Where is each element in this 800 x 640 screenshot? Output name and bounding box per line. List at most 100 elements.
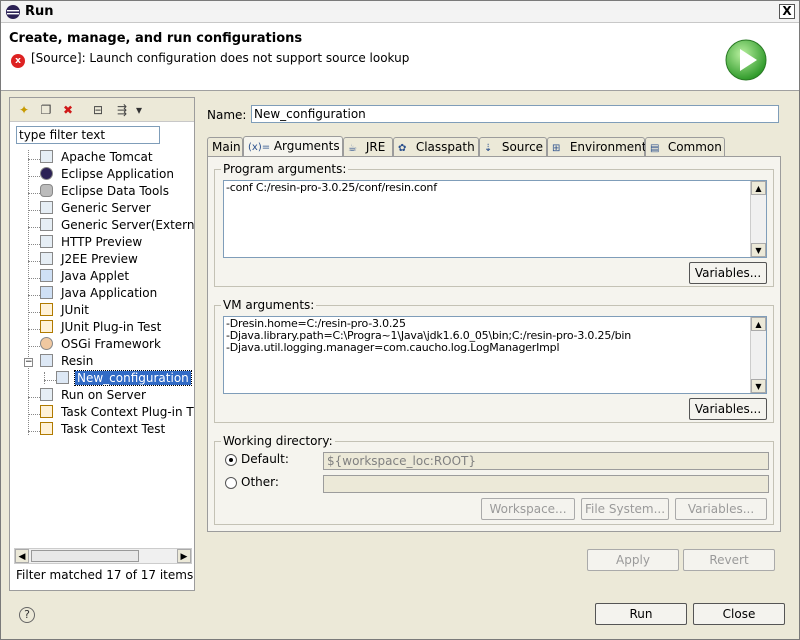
tree-item-label: Generic Server [61, 201, 151, 215]
new-config-icon[interactable]: ✦ [16, 102, 32, 118]
workspace-button[interactable]: Workspace... [481, 498, 575, 520]
tab-source[interactable]: ⇣ Source [479, 137, 547, 157]
other-dir-radio[interactable] [225, 477, 237, 489]
environment-tab-icon: ⊞ [552, 143, 561, 154]
tree-horizontal-scrollbar[interactable]: ◀ ▶ [14, 548, 192, 564]
junit-plugin-icon [40, 320, 53, 333]
program-variables-button[interactable]: Variables... [689, 262, 767, 284]
tree-item-task-context-test[interactable]: Task Context Test [40, 422, 167, 439]
server-icon [40, 201, 53, 214]
eclipse-icon [6, 5, 20, 19]
tree-item-run-on-server[interactable]: Run on Server [40, 388, 148, 405]
server-icon [40, 252, 53, 265]
tree-item-generic-server[interactable]: Generic Server [40, 201, 153, 218]
tree-item-j2ee-preview[interactable]: J2EE Preview [40, 252, 140, 269]
tree-item-junit-plugin-test[interactable]: JUnit Plug-in Test [40, 320, 163, 337]
view-menu-icon[interactable]: ▾ [134, 102, 144, 118]
default-dir-radio[interactable] [225, 454, 237, 466]
config-tabs: Main (x)= Arguments ☕ JRE ✿ Classpath ⇣ … [207, 136, 781, 158]
scroll-down-arrow-icon[interactable]: ▼ [751, 379, 766, 393]
server-icon [40, 235, 53, 248]
name-label: Name: [207, 108, 247, 122]
working-dir-variables-button[interactable]: Variables... [675, 498, 767, 520]
tab-main[interactable]: Main [207, 137, 243, 157]
tree-item-resin[interactable]: Resin [40, 354, 95, 371]
database-icon [40, 184, 53, 197]
vm-arguments-textarea[interactable]: -Dresin.home=C:/resin-pro-3.0.25 -Djava.… [223, 316, 767, 394]
tree-item-java-application[interactable]: Java Application [40, 286, 159, 303]
tree-item-label: Eclipse Application [61, 167, 174, 181]
scroll-right-arrow-icon[interactable]: ▶ [177, 549, 191, 563]
tree-item-label: Java Application [61, 286, 158, 300]
scroll-up-arrow-icon[interactable]: ▲ [751, 181, 766, 195]
vm-arguments-group: VM arguments: -Dresin.home=C:/resin-pro-… [214, 298, 774, 423]
tree-item-generic-server-external[interactable]: Generic Server(Externa [40, 218, 194, 235]
vm-variables-button[interactable]: Variables... [689, 398, 767, 420]
tab-environment[interactable]: ⊞ Environment [547, 137, 646, 157]
scroll-up-arrow-icon[interactable]: ▲ [751, 317, 766, 331]
other-dir-label: Other: [241, 475, 279, 489]
configuration-tree: − Apache Tomcat Eclipse Application Ecli… [10, 150, 194, 548]
eclipse-icon [40, 167, 53, 180]
tree-item-java-applet[interactable]: Java Applet [40, 269, 131, 286]
tab-label: Source [501, 140, 544, 154]
tab-label: Main [212, 140, 241, 154]
classpath-tab-icon: ✿ [398, 143, 407, 154]
scroll-thumb[interactable] [31, 550, 139, 562]
scroll-down-arrow-icon[interactable]: ▼ [751, 243, 766, 257]
tree-item-osgi-framework[interactable]: OSGi Framework [40, 337, 163, 354]
tree-item-eclipse-application[interactable]: Eclipse Application [40, 167, 176, 184]
resin-collapse-toggle[interactable]: − [24, 358, 33, 367]
duplicate-config-icon[interactable]: ❐ [38, 102, 54, 118]
server-icon [40, 218, 53, 231]
tree-item-junit[interactable]: JUnit [40, 303, 91, 320]
vm-arguments-label: VM arguments: [221, 298, 317, 312]
delete-config-icon[interactable]: ✖ [60, 102, 76, 118]
close-button[interactable]: Close [693, 603, 785, 625]
tree-item-eclipse-data-tools[interactable]: Eclipse Data Tools [40, 184, 171, 201]
apply-button[interactable]: Apply [587, 549, 679, 571]
program-arguments-scrollbar[interactable]: ▲ ▼ [750, 181, 766, 257]
tab-label: JRE [365, 140, 386, 154]
tree-item-task-context-plugin[interactable]: Task Context Plug-in T [40, 405, 194, 422]
common-tab-icon: ▤ [650, 143, 660, 154]
applet-icon [40, 269, 53, 282]
name-input[interactable] [251, 105, 779, 123]
tree-item-label: New_configuration [74, 370, 192, 386]
collapse-all-icon[interactable]: ⊟ [90, 102, 106, 118]
tab-classpath[interactable]: ✿ Classpath [393, 137, 479, 157]
dialog-header: Create, manage, and run configurations x… [1, 23, 799, 91]
default-dir-field: ${workspace_loc:ROOT} [323, 452, 769, 470]
program-arguments-label: Program arguments: [221, 162, 349, 176]
other-dir-field[interactable] [323, 475, 769, 493]
run-logo-icon [725, 39, 767, 81]
revert-button[interactable]: Revert [683, 549, 775, 571]
tab-arguments[interactable]: (x)= Arguments [243, 136, 343, 158]
help-icon[interactable]: ? [19, 607, 35, 623]
tree-item-label: Eclipse Data Tools [61, 184, 169, 198]
arguments-tab-panel: Program arguments: -conf C:/resin-pro-3.… [207, 156, 781, 532]
tree-item-new-configuration[interactable]: New_configuration [56, 370, 192, 388]
tab-label: Classpath [415, 140, 475, 154]
tree-item-http-preview[interactable]: HTTP Preview [40, 235, 144, 252]
tree-item-label: Resin [61, 354, 94, 368]
scroll-left-arrow-icon[interactable]: ◀ [15, 549, 29, 563]
tab-jre[interactable]: ☕ JRE [343, 137, 393, 157]
working-directory-label: Working directory: [221, 434, 335, 448]
filter-config-icon[interactable]: ⇶ [114, 102, 130, 118]
tree-item-apache-tomcat[interactable]: Apache Tomcat [40, 150, 155, 167]
vm-arguments-scrollbar[interactable]: ▲ ▼ [750, 317, 766, 393]
run-button[interactable]: Run [595, 603, 687, 625]
tab-label: Common [667, 140, 722, 154]
tree-item-label: JUnit Plug-in Test [61, 320, 162, 334]
tree-item-label: Task Context Test [61, 422, 166, 436]
window-close-button[interactable]: X [779, 4, 795, 19]
tab-common[interactable]: ▤ Common [645, 137, 725, 157]
program-arguments-text: -conf C:/resin-pro-3.0.25/conf/resin.con… [226, 182, 437, 194]
file-system-button[interactable]: File System... [581, 498, 669, 520]
server-icon [40, 388, 53, 401]
window-title: Run [25, 4, 54, 19]
filter-input[interactable] [16, 126, 160, 144]
program-arguments-textarea[interactable]: -conf C:/resin-pro-3.0.25/conf/resin.con… [223, 180, 767, 258]
vm-arguments-text: -Dresin.home=C:/resin-pro-3.0.25 -Djava.… [226, 318, 632, 354]
